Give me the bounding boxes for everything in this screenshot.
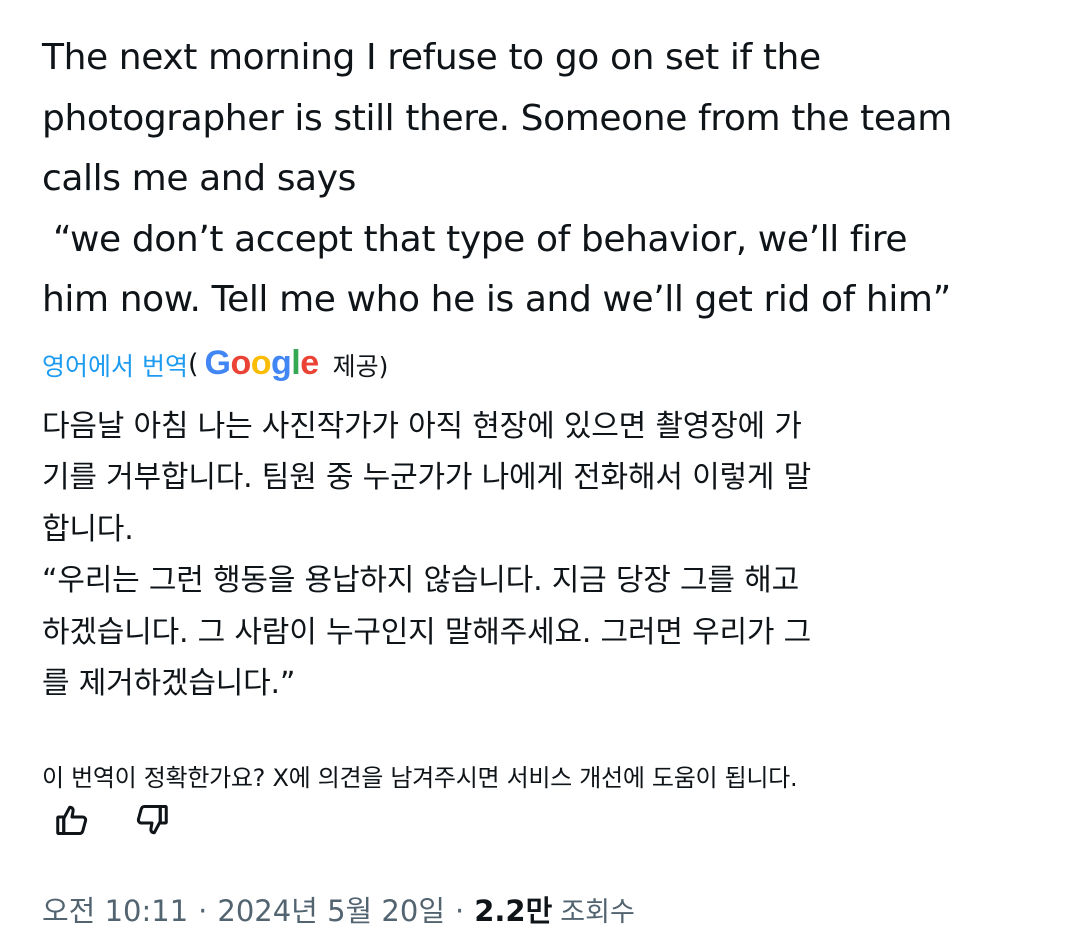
translation-feedback-question: 이 번역이 정확한가요? X에 의견을 남겨주시면 서비스 개선에 도움이 됩니… (42, 764, 798, 792)
google-logo-letter: l (291, 344, 301, 382)
tweet-metadata: 오전 10:11 · 2024년 5월 20일 · 2.2만 조회수 (42, 888, 635, 930)
translated-line: 하겠습니다. 그 사람이 누구인지 말해주세요. 그러면 우리가 그 (42, 614, 812, 650)
thumbs-down-button[interactable] (132, 800, 172, 840)
views-count: 2.2만 (474, 894, 553, 928)
google-logo-letter: G (204, 344, 231, 382)
tweet-original-text: The next morning I refuse to go on set i… (42, 28, 1052, 331)
translated-from-english-link[interactable]: 영어에서 번역 (42, 347, 188, 383)
tweet-time[interactable]: 오전 10:11 (42, 888, 188, 930)
translated-line: 기를 거부합니다. 팀원 중 누군가가 나에게 전화해서 이렇게 말 (42, 460, 812, 495)
translation-feedback-buttons (52, 800, 172, 840)
translated-line: “우리는 그런 행동을 용납하지 않습니다. 지금 당장 그를 해고 (42, 563, 799, 598)
tweet-translated-text: 다음날 아침 나는 사진작가가 아직 현장에 있으면 촬영장에 가 기를 거부합… (42, 401, 1052, 710)
tweet-date[interactable]: 2024년 5월 20일 (217, 888, 445, 930)
meta-separator: · (455, 894, 465, 928)
original-line: him now. Tell me who he is and we’ll get… (42, 279, 951, 320)
views-label: 조회수 (560, 897, 635, 928)
google-logo-letter: e (300, 344, 319, 382)
translated-line: 다음날 아침 나는 사진작가가 아직 현장에 있으면 촬영장에 가 (42, 408, 802, 444)
google-logo-letter: g (271, 344, 292, 382)
google-logo: Google (204, 344, 320, 383)
provider-suffix: 제공) (332, 351, 389, 381)
thumbs-down-icon (136, 805, 168, 835)
original-line: “we don’t accept that type of behavior, … (42, 218, 908, 260)
meta-separator: · (198, 894, 208, 928)
attribution-paren-open: ( (187, 349, 199, 380)
original-line: calls me and says (42, 158, 356, 199)
translation-attribution: 영어에서 번역( Google 제공) (42, 343, 1052, 387)
thumbs-up-button[interactable] (52, 800, 92, 840)
original-line: photographer is still there. Someone fro… (42, 97, 952, 139)
thumbs-up-icon (56, 805, 88, 835)
translated-line: 를 제거하겠습니다.” (42, 666, 296, 701)
original-line: The next morning I refuse to go on set i… (42, 37, 821, 78)
google-logo-letter: o (230, 344, 251, 382)
google-logo-letter: o (250, 344, 272, 382)
translated-line: 합니다. (42, 511, 134, 547)
tweet-body: The next morning I refuse to go on set i… (42, 28, 1052, 710)
